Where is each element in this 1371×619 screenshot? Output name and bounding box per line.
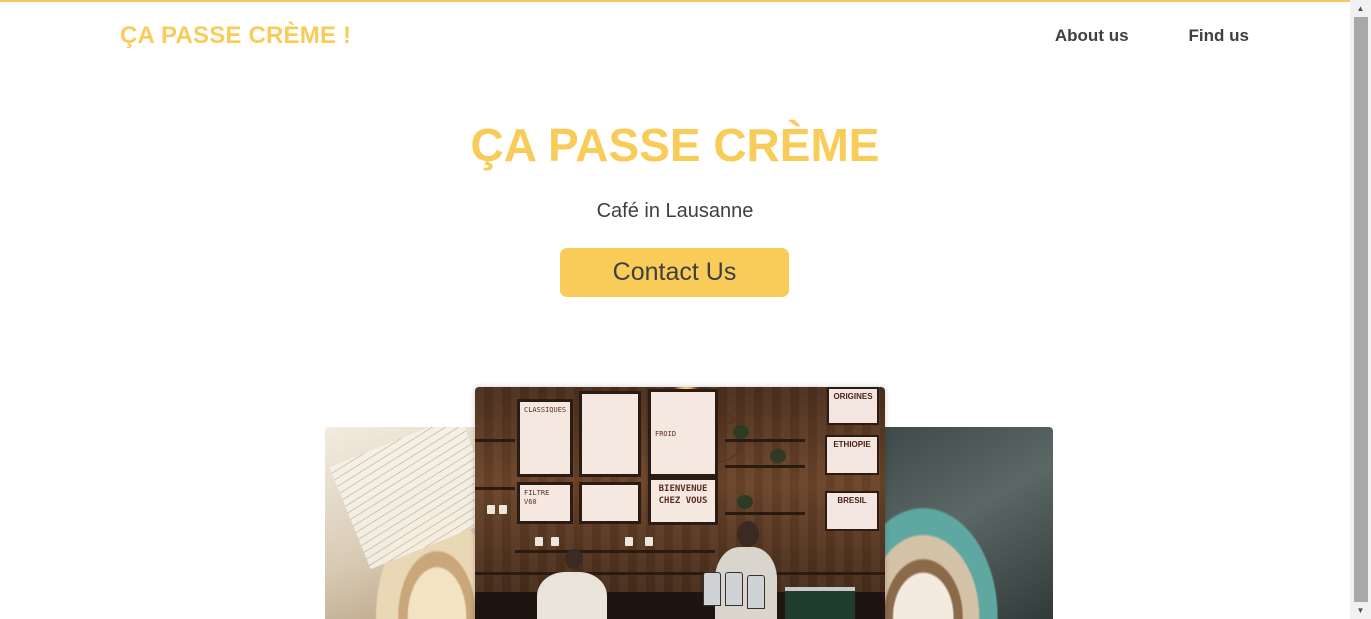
shelf xyxy=(725,512,805,515)
origin-sign-ethiopie: ETHIOPIE xyxy=(825,435,879,475)
cup xyxy=(535,537,543,546)
gallery-photo-left-latte[interactable] xyxy=(325,427,485,619)
menu-board-title: FILTRE V60 xyxy=(524,489,550,507)
scroll-up-arrow-icon[interactable]: ▲ xyxy=(1350,0,1371,17)
barista-head xyxy=(737,521,759,547)
hero-title: ÇA PASSE CRÈME xyxy=(470,119,880,171)
plant-pot xyxy=(737,495,753,509)
main-nav: About us Find us xyxy=(1055,26,1249,46)
shelf xyxy=(725,439,805,442)
nav-link-find-us[interactable]: Find us xyxy=(1189,26,1249,46)
menu-board-title: FROID xyxy=(655,430,677,438)
cup xyxy=(487,505,495,514)
barista-head xyxy=(565,549,583,569)
cup xyxy=(499,505,507,514)
contact-us-button[interactable]: Contact Us xyxy=(560,248,789,297)
hero-subtitle: Café in Lausanne xyxy=(596,200,754,222)
cup xyxy=(625,537,633,546)
origin-sign-origines: ORIGINES xyxy=(827,387,879,425)
menu-board-title: CLASSIQUES xyxy=(524,406,567,414)
page: ÇA PASSE CRÈME ! About us Find us ÇA PAS… xyxy=(0,2,1350,619)
origin-sign-bresil: BRESIL xyxy=(825,491,879,531)
plant-pot xyxy=(733,425,749,439)
menu-board-prices: FROID xyxy=(648,389,718,477)
menu-board-logo: ÇA PASSE CRÈME xyxy=(579,391,743,477)
welcome-sign: BIENVENUE CHEZ VOUS xyxy=(648,477,718,525)
menu-board-classiques: CLASSIQUES xyxy=(517,399,573,477)
newspaper-image-detail xyxy=(329,427,485,570)
gallery-photo-center-cafe-counter[interactable]: CLASSIQUES ÇA PASSE CRÈME FROID FILTRE V… xyxy=(475,387,885,619)
menu-board-list xyxy=(579,482,641,524)
shelf xyxy=(475,572,885,575)
scrollbar-thumb[interactable] xyxy=(1354,17,1368,602)
menu-board-filtre: FILTRE V60 xyxy=(517,482,573,524)
nav-link-about-us[interactable]: About us xyxy=(1055,26,1129,46)
cup xyxy=(645,537,653,546)
cup xyxy=(551,537,559,546)
shelf xyxy=(475,439,515,442)
plant-pot xyxy=(770,449,786,463)
shelf xyxy=(475,487,515,490)
shelf xyxy=(725,465,805,468)
coffee-grinder xyxy=(703,572,721,606)
coffee-grinder xyxy=(747,575,765,609)
coffee-grinder xyxy=(725,572,743,606)
gallery-photo-right-coffee-cup[interactable] xyxy=(880,427,1053,619)
barista-left xyxy=(537,572,607,619)
shelf xyxy=(515,550,715,553)
vertical-scrollbar[interactable]: ▲ ▼ xyxy=(1350,0,1371,619)
espresso-machine xyxy=(785,587,855,619)
scroll-down-arrow-icon[interactable]: ▼ xyxy=(1350,602,1371,619)
site-logo[interactable]: ÇA PASSE CRÈME ! xyxy=(120,22,351,50)
